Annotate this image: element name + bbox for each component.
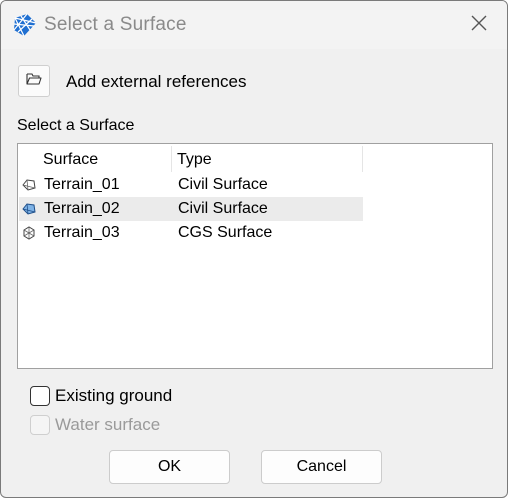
- surface-type: Civil Surface: [178, 200, 268, 217]
- table-row[interactable]: Terrain_03 CGS Surface: [19, 221, 363, 245]
- existing-ground-label[interactable]: Existing ground: [55, 386, 172, 406]
- title-bar[interactable]: Select a Surface: [1, 1, 507, 49]
- window-title: Select a Surface: [44, 14, 187, 35]
- civil-surface-icon: [22, 178, 36, 192]
- civil-surface-icon: [22, 202, 36, 216]
- surface-name: Terrain_02: [44, 200, 120, 217]
- surface-type: CGS Surface: [178, 224, 273, 241]
- surface-name: Terrain_01: [44, 176, 120, 193]
- surface-grid-icon: [13, 13, 37, 37]
- cancel-button[interactable]: Cancel: [261, 450, 382, 484]
- cgs-surface-icon: [22, 226, 36, 240]
- existing-ground-checkbox[interactable]: [30, 386, 50, 406]
- select-surface-dialog: Select a Surface Add external references…: [0, 0, 508, 498]
- column-separator[interactable]: [171, 146, 172, 172]
- water-surface-label: Water surface: [55, 415, 161, 434]
- add-external-references-label[interactable]: Add external references: [66, 72, 247, 92]
- add-external-references-button[interactable]: [18, 65, 50, 97]
- column-header-surface[interactable]: Surface: [43, 149, 98, 171]
- surface-list[interactable]: Surface Type Terrain_01 Civil Surface Te…: [17, 143, 493, 369]
- surface-name: Terrain_03: [44, 224, 120, 241]
- surface-type: Civil Surface: [178, 176, 268, 193]
- ok-button[interactable]: OK: [109, 450, 230, 484]
- column-header-type[interactable]: Type: [177, 149, 212, 171]
- open-folder-icon: [26, 72, 42, 91]
- close-icon: [470, 14, 488, 37]
- select-surface-label: Select a Surface: [17, 117, 135, 134]
- table-row[interactable]: Terrain_01 Civil Surface: [19, 173, 363, 197]
- table-row[interactable]: Terrain_02 Civil Surface: [19, 197, 363, 221]
- water-surface-checkbox: [30, 415, 50, 435]
- column-separator[interactable]: [362, 146, 363, 172]
- close-button[interactable]: [459, 7, 499, 43]
